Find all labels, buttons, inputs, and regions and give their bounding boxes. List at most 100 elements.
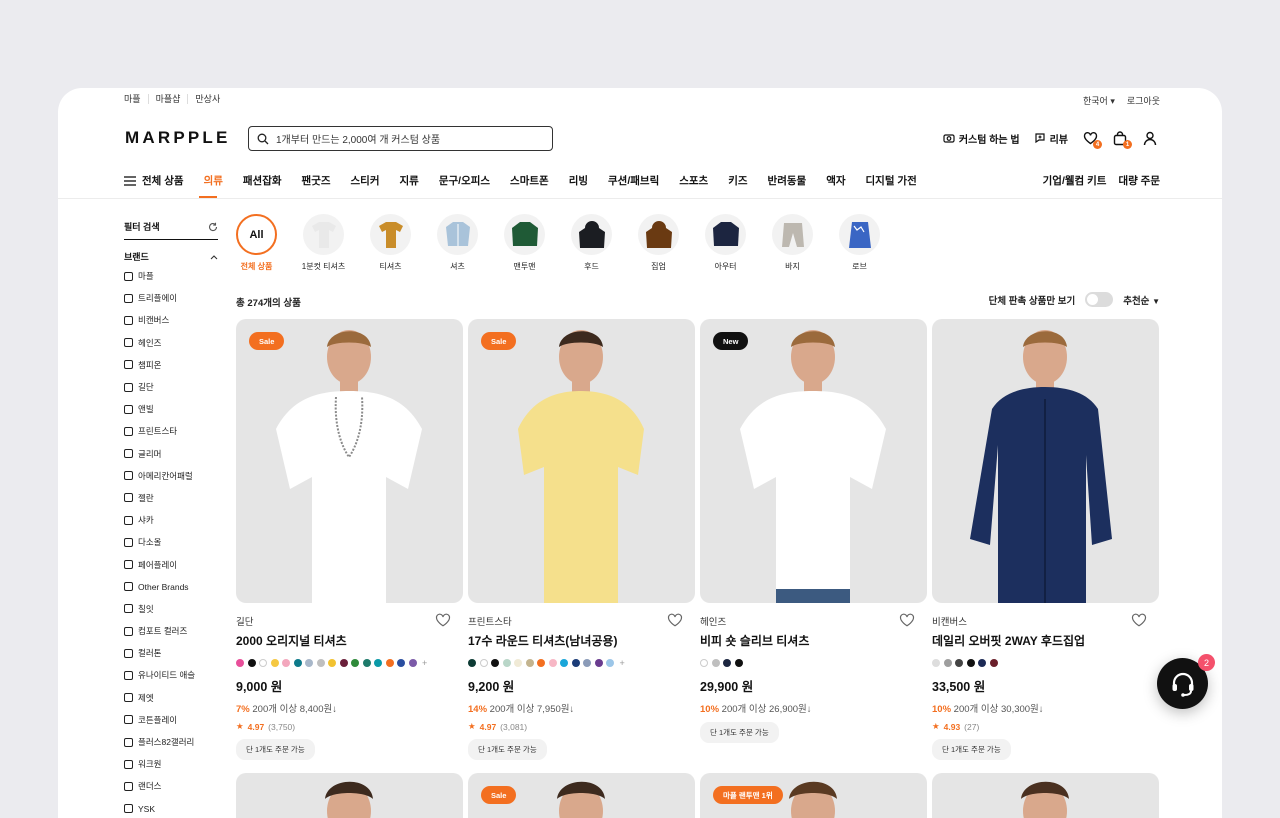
color-swatch[interactable] [408,658,417,667]
nav-item[interactable]: 쿠션/패브릭 [608,173,659,188]
category-chip[interactable]: 아우터 [705,214,746,272]
product-image-frame[interactable] [236,773,463,818]
checkbox[interactable] [124,626,133,636]
nav-item[interactable]: 리빙 [569,173,588,188]
checkbox[interactable] [124,271,133,281]
brand-filter-option[interactable]: 샤카 [124,509,218,531]
category-chip[interactable]: 후드 [571,214,612,272]
checkbox[interactable] [124,338,133,348]
checkbox[interactable] [124,293,133,303]
product-name[interactable]: 17수 라운드 티셔츠(남녀공용) [468,632,695,649]
sort-select[interactable]: 추천순 ▼ [1123,293,1160,307]
nav-all-products[interactable]: 전체 상품 [124,173,184,188]
nav-item[interactable]: 키즈 [728,173,747,188]
brand-filter-option[interactable]: 다소올 [124,531,218,553]
color-swatch[interactable] [571,658,580,667]
checkbox[interactable] [124,560,133,570]
color-swatch[interactable] [339,658,348,667]
product-name[interactable]: 2000 오리지널 티셔츠 [236,632,463,649]
category-chip[interactable]: 바지 [772,214,813,272]
nav-item[interactable]: 반려동물 [768,173,807,188]
brand-filter-option[interactable]: YSK [124,798,218,818]
brand-filter-option[interactable]: 컴포트 컬러즈 [124,620,218,642]
product-card[interactable]: Sale 프린트스타 17수 라운드 티셔츠(남녀공용) +9,200 원 14% 20… [468,319,695,760]
checkbox[interactable] [124,737,133,747]
nav-item[interactable]: 스마트폰 [510,173,549,188]
checkbox[interactable] [124,670,133,680]
color-swatch[interactable] [734,658,743,667]
brand-filter-option[interactable]: 컬러톤 [124,642,218,664]
category-chip[interactable]: All 전체 상품 [236,214,277,272]
color-swatch[interactable] [583,658,591,667]
product-card[interactable]: Sale 길단 2000 오리지널 티셔츠 +9,000 원 7% 200개 이상 8,… [236,319,463,760]
wishlist-heart-icon[interactable] [1131,613,1147,627]
checkbox[interactable] [124,781,133,791]
checkbox[interactable] [124,604,133,614]
color-swatch[interactable] [385,658,394,667]
nav-bulk-order[interactable]: 대량 주문 [1118,173,1160,188]
color-swatch[interactable] [316,658,325,667]
color-swatch[interactable] [560,658,568,667]
brand-filter-option[interactable]: 제엣 [124,687,218,709]
checkbox[interactable] [124,693,133,703]
nav-item[interactable]: 디지털 가전 [866,173,917,188]
nav-item[interactable]: 패션잡화 [243,173,282,188]
color-swatch[interactable] [351,658,359,667]
product-image-frame[interactable]: Sale [468,773,695,818]
group-promo-toggle[interactable] [1085,292,1114,307]
category-chip[interactable]: 셔츠 [437,214,478,272]
brand-filter-option[interactable]: 유나이티드 애슬 [124,664,218,686]
color-swatch[interactable] [491,658,499,667]
product-image-frame[interactable]: New [700,319,927,603]
logout-link[interactable]: 로그아웃 [1127,94,1160,107]
color-swatch[interactable] [514,658,522,667]
product-image-frame[interactable] [932,773,1159,818]
brand-filter-option[interactable]: 프린트스타 [124,420,218,442]
color-swatch[interactable] [468,658,476,667]
color-swatch[interactable] [247,658,256,667]
product-name[interactable]: 데일리 오버핏 2WAY 후드집업 [932,632,1159,649]
account-button[interactable] [1142,130,1158,146]
brand-filter-option[interactable]: 글리머 [124,443,218,465]
howto-link[interactable]: 커스텀 하는 법 [943,131,1020,146]
product-image-frame[interactable] [932,319,1159,603]
logo[interactable]: MARPPLE [125,128,231,148]
color-swatch[interactable] [293,658,302,667]
nav-item[interactable]: 스티커 [351,173,380,188]
checkbox[interactable] [124,804,133,814]
language-select[interactable]: 한국어 ▾ [1083,94,1115,107]
color-swatch[interactable] [932,658,940,667]
category-chip[interactable]: 1분컷 티셔츠 [302,214,345,272]
color-swatch[interactable] [989,658,998,667]
brand-filter-option[interactable]: 헤인즈 [124,332,218,354]
review-link[interactable]: 리뷰 [1034,131,1068,146]
color-swatch[interactable] [259,658,267,667]
color-swatch[interactable] [362,658,371,667]
category-chip[interactable]: 맨투맨 [504,214,545,272]
product-name[interactable]: 비피 숏 슬리브 티셔츠 [700,632,927,649]
product-image-frame[interactable]: Sale [236,319,463,603]
checkbox[interactable] [124,404,133,414]
color-swatch[interactable] [270,658,279,667]
color-swatch[interactable] [711,658,720,667]
checkbox[interactable] [124,493,133,503]
product-card[interactable]: Sale [468,773,695,818]
util-link-marpple[interactable]: 마플 [124,94,148,104]
product-image-frame[interactable]: Sale [468,319,695,603]
wishlist-button[interactable]: 4 [1082,130,1102,149]
search-input[interactable]: 1개부터 만드는 2,000여 개 커스텀 상품 [248,126,553,151]
nav-item-clothing[interactable]: 의류 [204,173,223,188]
color-swatch[interactable] [305,658,313,667]
category-chip[interactable]: 로브 [839,214,880,272]
brand-filter-header[interactable]: 브랜드 [124,250,218,263]
brand-filter-option[interactable]: 길단 [124,376,218,398]
color-swatch[interactable] [978,658,986,667]
color-swatch[interactable] [966,658,975,667]
color-swatch[interactable] [537,658,545,667]
checkbox[interactable] [124,648,133,658]
nav-item[interactable]: 지류 [400,173,419,188]
nav-item[interactable]: 스포츠 [679,173,708,188]
color-swatch[interactable] [548,658,557,667]
brand-filter-option[interactable]: 트리플에이 [124,287,218,309]
support-chat-button[interactable]: 2 [1157,654,1215,709]
